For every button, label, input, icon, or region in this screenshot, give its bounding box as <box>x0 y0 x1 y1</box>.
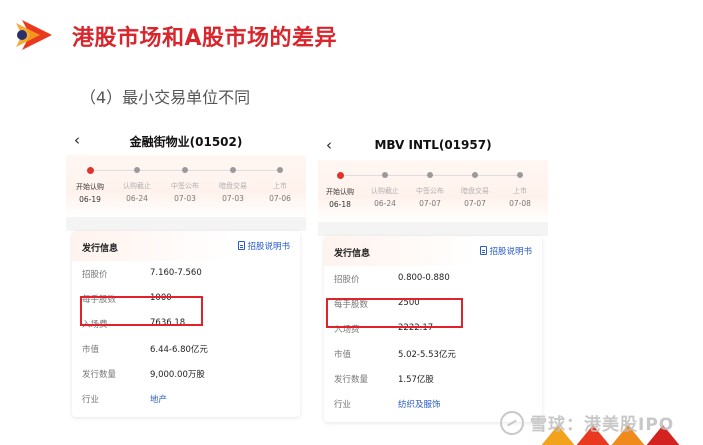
info-row: 市值 5.02-5.53亿元 <box>324 341 542 366</box>
timeline-dot-active <box>336 172 344 179</box>
info-header: 发行信息 招股说明书 <box>72 231 300 261</box>
document-icon <box>480 246 488 255</box>
top-bar: ‹ 金融街物业(01502) <box>66 125 306 155</box>
issue-info-card: 发行信息 招股说明书 招股价 0.800-0.880 每手股数 2500 入场费… <box>324 236 542 422</box>
step-label: 暗盘交易 <box>219 182 247 190</box>
document-icon <box>238 241 246 250</box>
row-label: 入场费 <box>82 320 108 330</box>
info-title: 发行信息 <box>334 249 371 259</box>
info-row: 入场费 2222.17 <box>324 316 542 341</box>
info-title: 发行信息 <box>82 244 119 254</box>
stock-name: MBV INTL(01957) <box>374 138 492 152</box>
step-date: 07-08 <box>509 199 531 208</box>
prospectus-label: 招股说明书 <box>247 242 290 252</box>
step-label: 中签公布 <box>171 182 199 190</box>
row-value: 6.44-6.80亿元 <box>150 345 208 355</box>
step-label: 上市 <box>513 187 527 195</box>
snowball-logo-icon <box>500 410 524 435</box>
timeline-step: 认购截止 06-24 <box>111 165 163 203</box>
row-label: 发行数量 <box>334 375 369 385</box>
info-row: 发行数量 1.57亿股 <box>324 366 542 391</box>
slide-logo-icon <box>16 20 52 50</box>
slide-title: 港股市场和A股市场的差异 <box>72 26 338 51</box>
ipo-panel-right: ‹ MBV INTL(01957) 开始认购 06-18 认购截止 06-24 … <box>318 130 548 443</box>
timeline-dot-active <box>86 167 94 174</box>
row-value: 5.02-5.53亿元 <box>398 350 456 360</box>
row-label: 市值 <box>334 350 352 360</box>
row-label: 入场费 <box>334 325 360 335</box>
section-gap <box>318 222 548 236</box>
row-value: 7636.18 <box>150 318 186 328</box>
row-label: 发行数量 <box>82 370 117 380</box>
info-row: 招股价 0.800-0.880 <box>324 266 542 291</box>
timeline-dot <box>427 172 433 178</box>
timeline-step: 开始认购 06-19 <box>66 165 116 204</box>
issue-info-card: 发行信息 招股说明书 招股价 7.160-7.560 每手股数 1000 入场费… <box>72 231 300 417</box>
timeline-dot <box>182 167 188 173</box>
info-row: 每手股数 2500 <box>324 291 542 316</box>
row-label: 行业 <box>82 395 100 405</box>
ipo-timeline: 开始认购 06-19 认购截止 06-24 中签公布 07-03 暗盘交易 07… <box>66 155 306 217</box>
info-row: 招股价 7.160-7.560 <box>72 261 300 286</box>
prospectus-label: 招股说明书 <box>489 247 532 257</box>
ipo-timeline: 开始认购 06-18 认购截止 06-24 中签公布 07-07 暗盘交易 07… <box>318 160 548 222</box>
ipo-panel-left: ‹ 金融街物业(01502) 开始认购 06-19 认购截止 06-24 中签公… <box>66 125 306 443</box>
step-label: 上市 <box>273 182 287 190</box>
timeline-step: 中签公布 07-03 <box>159 165 211 203</box>
row-value: 7.160-7.560 <box>150 268 202 278</box>
row-label: 行业 <box>334 400 352 410</box>
slide-subtitle: （4）最小交易单位不同 <box>80 88 251 107</box>
step-label: 开始认购 <box>76 183 104 191</box>
step-date: 07-03 <box>222 194 244 203</box>
info-row: 市值 6.44-6.80亿元 <box>72 336 300 361</box>
row-value: 2222.17 <box>398 323 434 333</box>
prospectus-link[interactable]: 招股说明书 <box>480 245 532 257</box>
info-row: 发行数量 9,000.00万股 <box>72 361 300 386</box>
step-label: 认购截止 <box>123 182 151 190</box>
prospectus-link[interactable]: 招股说明书 <box>238 240 290 252</box>
timeline-dot <box>472 172 478 178</box>
timeline-dot <box>382 172 388 178</box>
info-row: 行业 地产 <box>72 386 300 411</box>
timeline-dot <box>277 167 283 173</box>
top-bar: ‹ MBV INTL(01957) <box>318 130 548 160</box>
timeline-step: 暗盘交易 07-03 <box>207 165 259 203</box>
row-label: 招股价 <box>82 270 108 280</box>
timeline-dot <box>230 167 236 173</box>
timeline-step: 上市 07-06 <box>254 165 306 203</box>
section-gap <box>66 217 306 231</box>
row-label: 每手股数 <box>82 295 117 305</box>
industry-link[interactable]: 纺织及服饰 <box>398 398 441 410</box>
info-row: 入场费 7636.18 <box>72 311 300 336</box>
step-date: 06-24 <box>126 194 148 203</box>
step-date: 07-06 <box>269 194 291 203</box>
timeline-step: 上市 07-08 <box>494 170 546 208</box>
row-label: 市值 <box>82 345 100 355</box>
row-value: 2500 <box>398 298 420 308</box>
timeline-dot <box>134 167 140 173</box>
watermark-text: 雪球：港美股IPO <box>530 415 675 435</box>
row-value: 1000 <box>150 293 172 303</box>
stock-name: 金融街物业(01502) <box>129 135 243 149</box>
info-header: 发行信息 招股说明书 <box>324 236 542 266</box>
timeline-dot <box>517 172 523 178</box>
row-value: 9,000.00万股 <box>150 370 205 380</box>
step-date: 07-03 <box>174 194 196 203</box>
step-date: 06-19 <box>79 195 101 204</box>
row-label: 招股价 <box>334 275 360 285</box>
info-row: 每手股数 1000 <box>72 286 300 311</box>
industry-link[interactable]: 地产 <box>150 393 167 405</box>
row-value: 0.800-0.880 <box>398 273 450 283</box>
row-label: 每手股数 <box>334 300 369 310</box>
row-value: 1.57亿股 <box>398 375 434 385</box>
watermark: 雪球：港美股IPO <box>500 410 674 435</box>
